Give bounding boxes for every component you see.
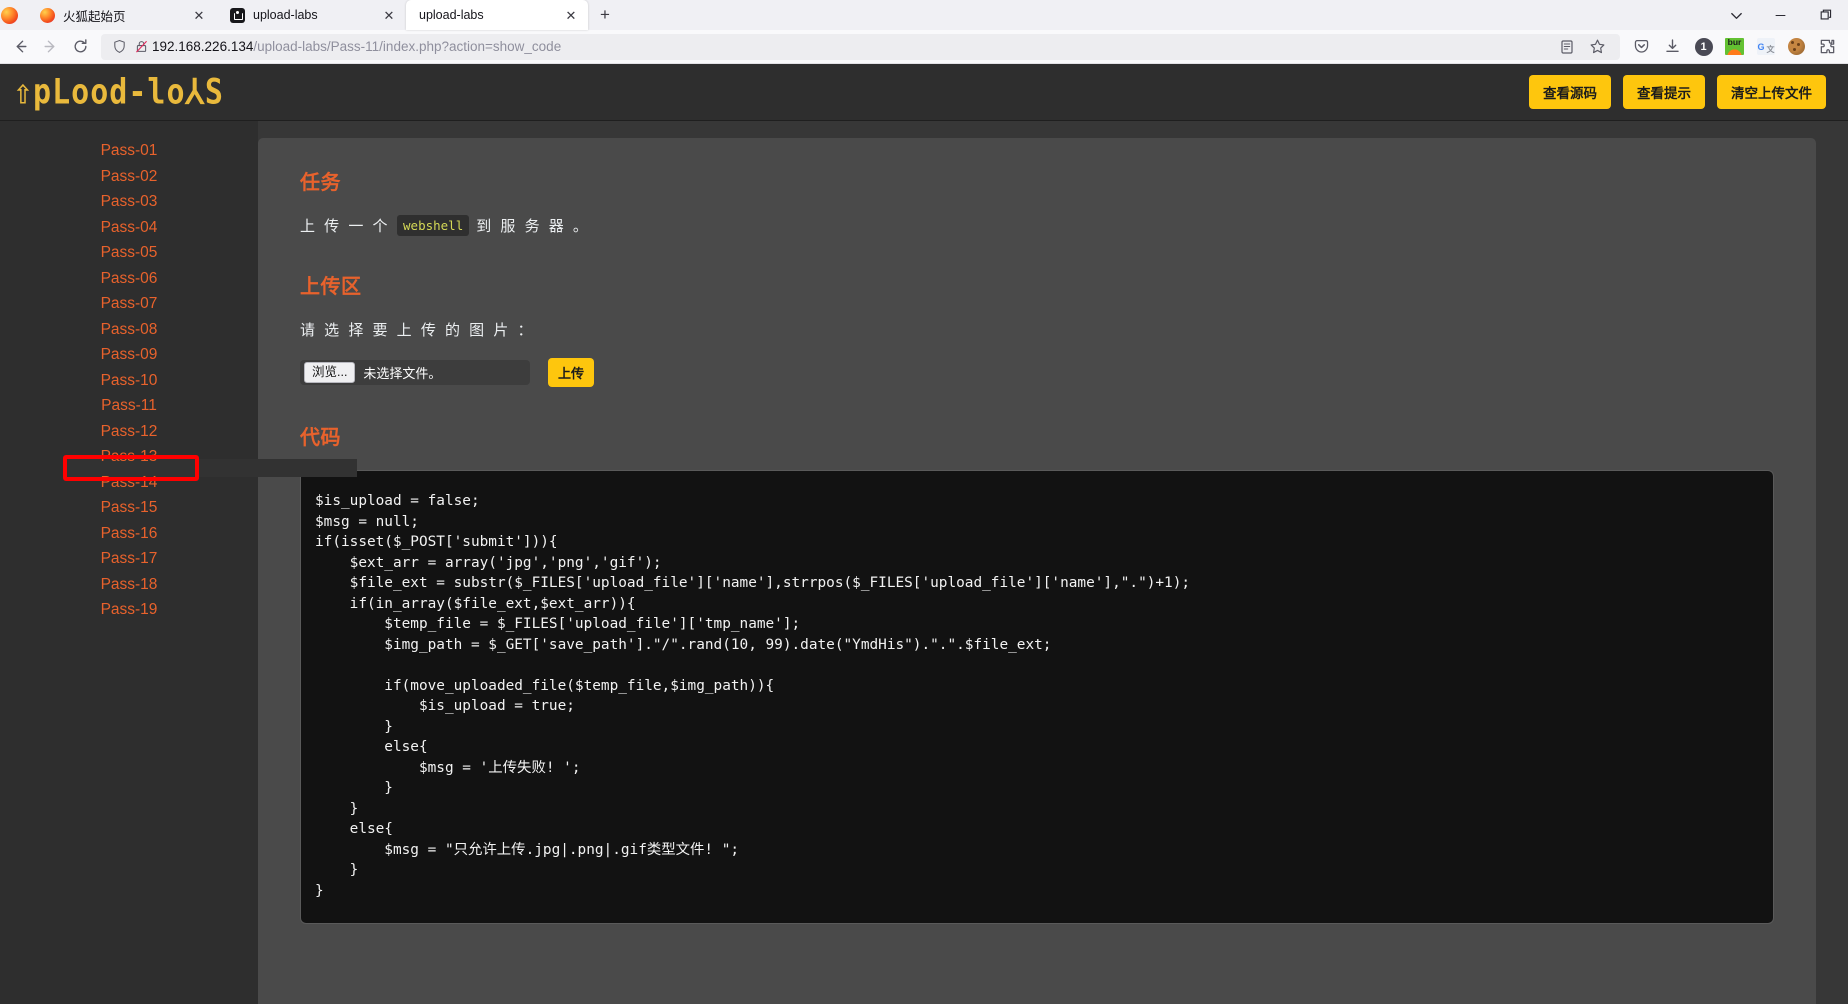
- source-code-block: $is_upload = false; $msg = null; if(isse…: [300, 470, 1774, 924]
- close-tab-icon[interactable]: ✕: [190, 6, 208, 24]
- page-body: Pass-01 Pass-02 Pass-03 Pass-04 Pass-05 …: [0, 121, 1848, 1004]
- sidebar-item-pass-01[interactable]: Pass-01: [0, 141, 258, 161]
- close-tab-icon[interactable]: ✕: [562, 6, 580, 24]
- address-bar-actions: [1551, 33, 1613, 61]
- sidebar-item-pass-13[interactable]: Pass-13: [0, 447, 258, 467]
- account-badge-icon[interactable]: 1: [1688, 33, 1719, 61]
- file-input[interactable]: 浏览... 未选择文件。: [300, 360, 530, 385]
- browser-window: 火狐起始页 ✕ upload-labs ✕ upload-labs ✕ + 19…: [0, 0, 1848, 1004]
- upload-form: 浏览... 未选择文件。 上传: [300, 358, 1774, 387]
- task-heading: 任务: [300, 172, 341, 194]
- browse-button[interactable]: 浏览...: [304, 362, 356, 383]
- browser-tab-0[interactable]: 火狐起始页 ✕: [26, 0, 216, 30]
- tab-title: upload-labs: [253, 8, 318, 22]
- code-heading: 代码: [300, 427, 341, 449]
- downloads-icon[interactable]: [1657, 33, 1688, 61]
- close-tab-icon[interactable]: ✕: [380, 6, 398, 24]
- burp-badge-label: bur: [1725, 38, 1744, 55]
- php-source-code: $is_upload = false; $msg = null; if(isse…: [315, 493, 1191, 899]
- sidebar-item-pass-18[interactable]: Pass-18: [0, 575, 258, 595]
- sidebar-item-pass-17[interactable]: Pass-17: [0, 549, 258, 569]
- forward-button-icon[interactable]: [35, 33, 65, 61]
- view-source-button[interactable]: 查看源码: [1529, 75, 1611, 109]
- browser-tab-1[interactable]: upload-labs ✕: [216, 0, 406, 30]
- clear-uploads-button[interactable]: 清空上传文件: [1717, 75, 1826, 109]
- firefox-logo-corner: [0, 0, 26, 30]
- notification-count: 1: [1694, 37, 1713, 56]
- window-controls: [1714, 0, 1848, 30]
- burp-extension-icon[interactable]: bur: [1719, 33, 1750, 61]
- firefox-icon: [39, 7, 55, 23]
- url-text[interactable]: 192.168.226.134/upload-labs/Pass-11/inde…: [152, 39, 561, 54]
- upload-submit-button[interactable]: 上传: [548, 358, 595, 387]
- minimize-window-icon[interactable]: [1758, 0, 1803, 30]
- reader-view-icon[interactable]: [1551, 33, 1582, 61]
- sidebar-item-pass-10[interactable]: Pass-10: [0, 371, 258, 391]
- tab-strip: 火狐起始页 ✕ upload-labs ✕ upload-labs ✕ +: [0, 0, 1848, 30]
- sidebar-item-pass-09[interactable]: Pass-09: [0, 345, 258, 365]
- sidebar-item-pass-12[interactable]: Pass-12: [0, 422, 258, 442]
- webshell-code-badge: webshell: [397, 215, 470, 236]
- header-button-group: 查看源码 查看提示 清空上传文件: [1529, 75, 1826, 109]
- extensions-puzzle-icon[interactable]: [1812, 33, 1843, 61]
- extensions-toolbar: 1 bur G: [1626, 33, 1843, 61]
- new-tab-button[interactable]: +: [591, 1, 619, 29]
- pocket-icon[interactable]: [1626, 33, 1657, 61]
- tab-title: upload-labs: [419, 8, 484, 22]
- browser-tab-2-active[interactable]: upload-labs ✕: [406, 0, 588, 30]
- upload-field-label: 请 选 择 要 上 传 的 图 片 ：: [300, 322, 536, 339]
- file-status-text: 未选择文件。: [363, 366, 442, 381]
- content-wrapper: 任务 上 传 一 个 webshell 到 服 务 器 。 上传区 请 选 择 …: [258, 121, 1848, 1004]
- sidebar-item-pass-04[interactable]: Pass-04: [0, 218, 258, 238]
- google-translate-extension-icon[interactable]: G: [1750, 33, 1781, 61]
- back-button-icon[interactable]: [5, 33, 35, 61]
- list-all-tabs-icon[interactable]: [1714, 0, 1758, 30]
- shield-icon[interactable]: [108, 39, 130, 54]
- insecure-lock-icon[interactable]: [130, 39, 152, 54]
- sidebar-item-pass-05[interactable]: Pass-05: [0, 243, 258, 263]
- translate-badge-label: G: [1756, 38, 1775, 55]
- site-logo[interactable]: ⇧pLood-lo⅄S: [14, 72, 224, 112]
- web-page: ⇧pLood-lo⅄S 查看源码 查看提示 清空上传文件 Pass-01 Pas…: [0, 64, 1848, 1004]
- view-hint-button[interactable]: 查看提示: [1623, 75, 1705, 109]
- site-header: ⇧pLood-lo⅄S 查看源码 查看提示 清空上传文件: [0, 64, 1848, 121]
- url-domain: 192.168.226.134: [152, 39, 254, 54]
- sidebar-item-pass-11[interactable]: Pass-11: [0, 396, 258, 416]
- task-description: 上 传 一 个 webshell 到 服 务 器 。: [300, 215, 1774, 236]
- content-card: 任务 上 传 一 个 webshell 到 服 务 器 。 上传区 请 选 择 …: [258, 138, 1816, 1004]
- sidebar-item-pass-15[interactable]: Pass-15: [0, 498, 258, 518]
- sidebar-item-pass-14[interactable]: Pass-14: [0, 473, 258, 493]
- sidebar-item-pass-19[interactable]: Pass-19: [0, 600, 258, 620]
- sidebar-item-pass-06[interactable]: Pass-06: [0, 269, 258, 289]
- sidebar-item-pass-02[interactable]: Pass-02: [0, 167, 258, 187]
- navigation-toolbar: 192.168.226.134/upload-labs/Pass-11/inde…: [0, 30, 1848, 64]
- sidebar-item-pass-03[interactable]: Pass-03: [0, 192, 258, 212]
- task-text-before: 上 传 一 个: [300, 218, 391, 235]
- sidebar-nav: Pass-01 Pass-02 Pass-03 Pass-04 Pass-05 …: [0, 121, 357, 1004]
- tab-title: 火狐起始页: [63, 9, 126, 24]
- site-favicon-icon: [229, 7, 245, 23]
- restore-window-icon[interactable]: [1803, 0, 1848, 30]
- sidebar-item-pass-16[interactable]: Pass-16: [0, 524, 258, 544]
- sidebar-list: Pass-01 Pass-02 Pass-03 Pass-04 Pass-05 …: [0, 141, 258, 620]
- firefox-icon: [1, 6, 18, 24]
- sidebar-item-pass-07[interactable]: Pass-07: [0, 294, 258, 314]
- url-path: /upload-labs/Pass-11/index.php?action=sh…: [253, 39, 562, 54]
- bookmark-star-icon[interactable]: [1582, 33, 1613, 61]
- address-bar[interactable]: 192.168.226.134/upload-labs/Pass-11/inde…: [101, 33, 1620, 61]
- cookie-extension-icon[interactable]: [1781, 33, 1812, 61]
- reload-button-icon[interactable]: [65, 33, 95, 61]
- sidebar-item-pass-08[interactable]: Pass-08: [0, 320, 258, 340]
- upload-area-heading: 上传区: [300, 276, 362, 298]
- task-text-after: 到 服 务 器 。: [476, 218, 591, 235]
